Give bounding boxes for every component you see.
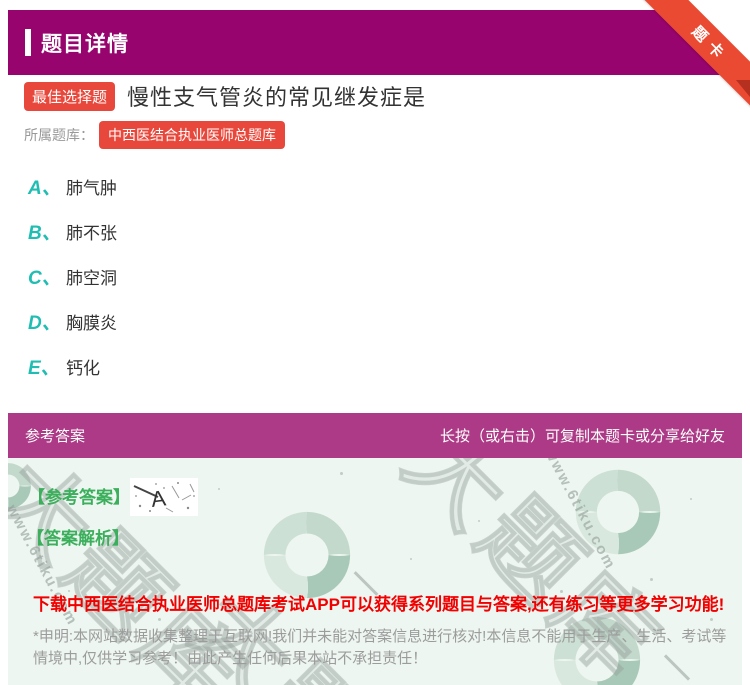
answer-section-bar: 参考答案 长按（或右击）可复制本题卡或分享给好友 (8, 413, 742, 458)
question-title: 慢性支气管炎的常见继发症是 (127, 80, 426, 112)
header-accent-bar (25, 29, 31, 56)
question-type-badge: 最佳选择题 (24, 82, 115, 111)
answer-bar-title: 参考答案 (25, 425, 85, 446)
speckle (158, 618, 161, 621)
option-d: D、 胸膜炎 (28, 313, 117, 334)
app-download-promo[interactable]: 下载中西医结合执业医师总题库考试APP可以获得系列题目与答案,还有练习等更多学习… (33, 590, 733, 615)
speckle (690, 498, 692, 500)
speckle (218, 488, 220, 490)
option-d-letter: D、 (28, 313, 66, 334)
copy-share-hint: 长按（或右击）可复制本题卡或分享给好友 (440, 425, 725, 446)
option-c-letter: C、 (28, 268, 66, 289)
option-e: E、 钙化 (28, 358, 117, 379)
option-a-text: 肺气肿 (66, 178, 117, 199)
option-list: A、 肺气肿 B、 肺不张 C、 肺空洞 D、 胸膜炎 E、 钙化 (28, 178, 117, 403)
option-b-text: 肺不张 (66, 223, 117, 244)
speckle (710, 618, 713, 621)
answer-captcha-image: A (130, 478, 198, 516)
answer-analysis-label: 【答案解析】 (27, 524, 129, 549)
reference-answer-label: 【参考答案】 (28, 483, 130, 508)
option-e-letter: E、 (28, 358, 66, 379)
ribbon-fold-icon (736, 80, 750, 97)
option-b: B、 肺不张 (28, 223, 117, 244)
speckle (478, 520, 480, 522)
option-a: A、 肺气肿 (28, 178, 117, 199)
page-header: 题目详情 (8, 10, 728, 75)
question-title-row: 最佳选择题 慢性支气管炎的常见继发症是 (24, 80, 426, 112)
option-a-letter: A、 (28, 178, 66, 199)
disclaimer-text: *申明:本网站数据收集整理于互联网!我们并未能对答案信息进行核对!本信息不能用于… (33, 626, 733, 670)
option-c: C、 肺空洞 (28, 268, 117, 289)
bank-badge[interactable]: 中西医结合执业医师总题库 (99, 121, 285, 149)
answer-section: www.6tiku.com www.6tiku.com 大题库 大题库 大题库 … (8, 458, 742, 685)
option-d-text: 胸膜炎 (66, 313, 117, 334)
question-bank-row: 所属题库： 中西医结合执业医师总题库 (24, 121, 285, 149)
speckle (650, 578, 653, 581)
question-detail-page: 题目详情 题卡 最佳选择题 慢性支气管炎的常见继发症是 所属题库： 中西医结合执… (0, 0, 750, 685)
page-title: 题目详情 (41, 28, 129, 58)
speckle (410, 558, 412, 560)
option-b-letter: B、 (28, 223, 66, 244)
speckle (340, 472, 343, 475)
option-e-text: 钙化 (66, 358, 100, 379)
bank-label: 所属题库： (24, 125, 94, 145)
corner-ribbon-container: 题卡 (638, 0, 750, 112)
option-c-text: 肺空洞 (66, 268, 117, 289)
